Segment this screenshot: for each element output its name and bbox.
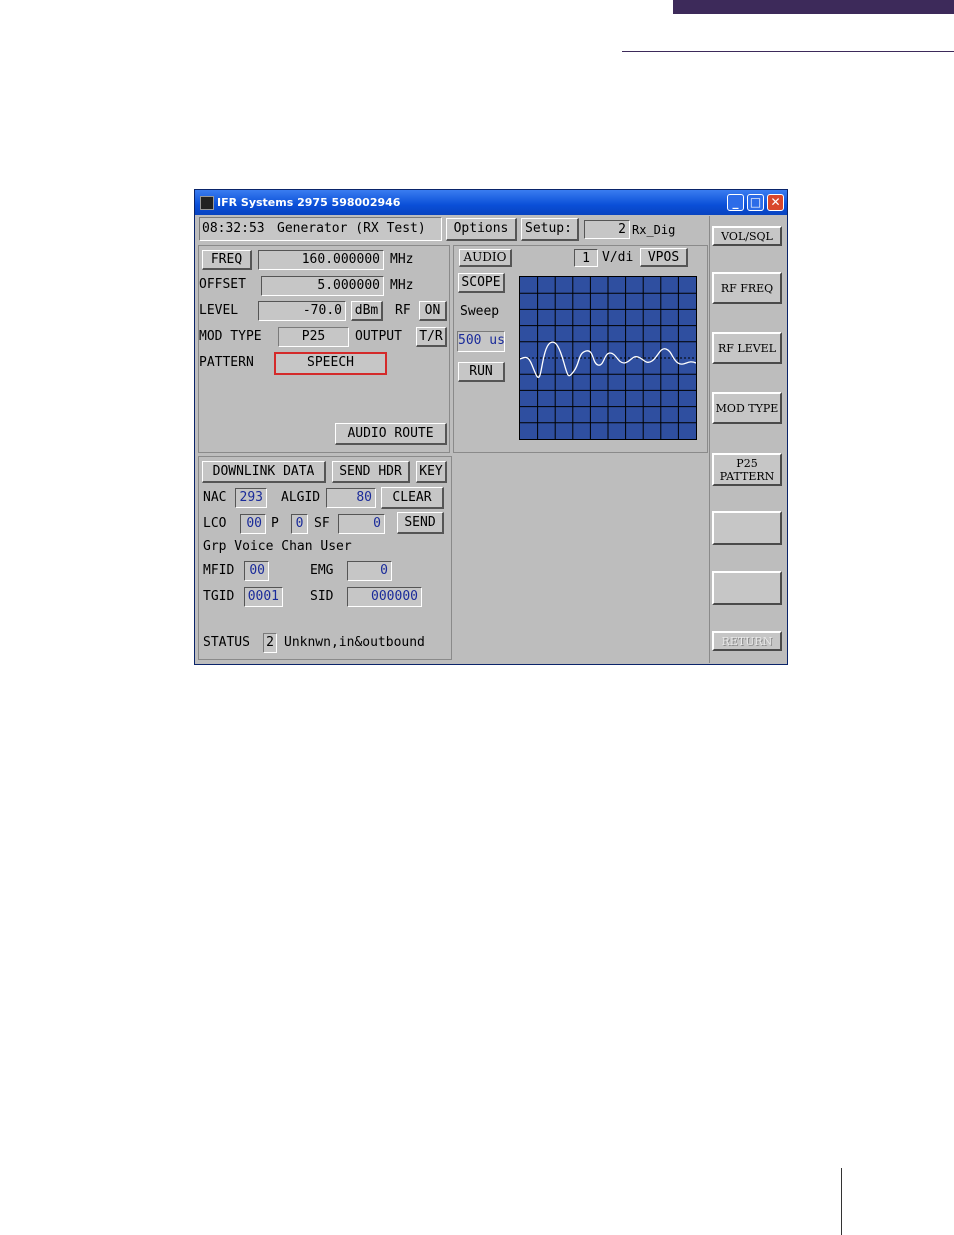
rf-level-softkey[interactable]: RF LEVEL	[712, 332, 782, 364]
run-button[interactable]: RUN	[458, 362, 505, 382]
offset-label: OFFSET	[199, 277, 246, 292]
vpos-button[interactable]: VPOS	[640, 248, 688, 267]
nac-field[interactable]: 293	[235, 488, 267, 508]
p-label: P	[271, 516, 279, 531]
rf-level-label: RF LEVEL	[717, 341, 777, 355]
p25-pattern-softkey[interactable]: P25 PATTERN	[712, 453, 782, 486]
level-field[interactable]: -70.0	[258, 301, 346, 321]
mode-title: Generator (RX Test)	[277, 221, 426, 236]
return-label: RETURN	[721, 634, 773, 648]
audio-route-button[interactable]: AUDIO ROUTE	[335, 423, 447, 445]
clock-time: 08:32:53	[202, 221, 265, 236]
sid-field[interactable]: 000000	[347, 587, 422, 607]
modtype-label: MOD TYPE	[199, 329, 262, 344]
algid-field[interactable]: 80	[326, 488, 376, 508]
key-button[interactable]: KEY	[416, 461, 447, 483]
output-label: OUTPUT	[355, 329, 402, 344]
setup-name: Rx_Dig	[632, 223, 676, 237]
mfid-field[interactable]: 00	[244, 561, 269, 581]
sf-label: SF	[314, 516, 330, 531]
app-icon	[200, 196, 214, 210]
tgid-field[interactable]: 0001	[244, 587, 283, 607]
header-accent-bar	[673, 0, 954, 14]
output-button[interactable]: T/R	[416, 327, 447, 347]
clear-button[interactable]: CLEAR	[381, 487, 444, 509]
vol-sql-label: VOL/SQL	[721, 229, 773, 243]
algid-label: ALGID	[281, 490, 321, 505]
sid-label: SID	[310, 589, 334, 604]
downlink-data-button[interactable]: DOWNLINK DATA	[202, 461, 326, 483]
title-bar[interactable]: IFR Systems 2975 598002946 _ □ ✕	[195, 190, 787, 215]
modtype-field[interactable]: P25	[278, 327, 349, 347]
oscilloscope-display	[519, 276, 697, 440]
send-hdr-button[interactable]: SEND HDR	[332, 461, 410, 483]
blank-softkey-2[interactable]	[712, 571, 782, 605]
freq-unit: MHz	[390, 252, 414, 267]
rf-on-button[interactable]: ON	[419, 301, 447, 321]
softkey-divider	[709, 216, 710, 663]
sf-field[interactable]: 0	[338, 514, 385, 534]
audio-button[interactable]: AUDIO	[459, 249, 512, 267]
scope-button[interactable]: SCOPE	[458, 273, 505, 293]
sweep-label: Sweep	[460, 304, 500, 319]
options-button[interactable]: Options	[446, 218, 517, 241]
setup-value-field[interactable]: 2	[584, 220, 630, 239]
p25-pattern-label-line2: PATTERN	[719, 469, 775, 483]
sweep-field[interactable]: 500 us	[457, 331, 505, 352]
maximize-icon[interactable]: □	[747, 194, 764, 211]
close-icon[interactable]: ✕	[767, 194, 784, 211]
status-text: Unknwn,in&outbound	[284, 635, 425, 650]
freq-button[interactable]: FREQ	[202, 250, 252, 270]
setup-button[interactable]: Setup:	[521, 218, 579, 241]
emg-field[interactable]: 0	[347, 561, 392, 581]
mfid-label: MFID	[203, 563, 235, 578]
pattern-field-highlighted[interactable]: SPEECH	[274, 352, 387, 375]
nac-label: NAC	[203, 490, 227, 505]
p-field[interactable]: 0	[291, 514, 308, 534]
rf-freq-softkey[interactable]: RF FREQ	[712, 272, 782, 304]
pattern-label: PATTERN	[199, 355, 254, 370]
window-title: IFR Systems 2975 598002946	[217, 196, 401, 209]
oscilloscope-grid	[520, 277, 696, 439]
tgid-label: TGID	[203, 589, 235, 604]
level-unit-button[interactable]: dBm	[351, 301, 383, 321]
lco-description: Grp Voice Chan User	[203, 539, 352, 554]
rf-freq-label: RF FREQ	[720, 281, 774, 295]
level-label: LEVEL	[199, 303, 239, 318]
offset-field[interactable]: 5.000000	[261, 276, 384, 296]
return-softkey[interactable]: RETURN	[712, 631, 782, 651]
status-code: 2	[263, 633, 277, 653]
status-label: STATUS	[203, 635, 250, 650]
emg-label: EMG	[310, 563, 334, 578]
minimize-icon[interactable]: _	[727, 194, 744, 211]
offset-unit: MHz	[390, 278, 414, 293]
rf-label: RF	[395, 303, 411, 318]
lco-label: LCO	[203, 516, 227, 531]
send-button[interactable]: SEND	[397, 512, 444, 534]
vol-sql-softkey[interactable]: VOL/SQL	[712, 226, 782, 246]
lco-field[interactable]: 00	[240, 514, 266, 534]
freq-field[interactable]: 160.000000	[258, 250, 384, 270]
vdiv-field[interactable]: 1	[574, 249, 598, 267]
footer-rule	[841, 1168, 842, 1235]
blank-softkey-1[interactable]	[712, 511, 782, 545]
header-rule	[622, 51, 954, 52]
mod-type-label: MOD TYPE	[715, 401, 779, 415]
vdiv-label: V/di	[602, 250, 634, 265]
p25-pattern-label-line1: P25	[736, 456, 758, 470]
mod-type-softkey[interactable]: MOD TYPE	[712, 392, 782, 424]
